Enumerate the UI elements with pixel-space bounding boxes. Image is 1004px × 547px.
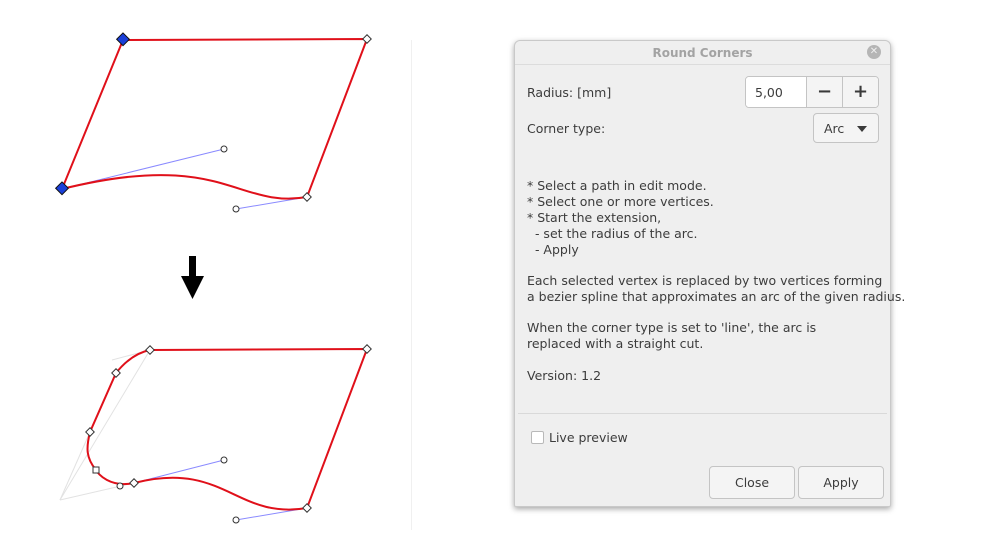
corner-type-value: Arc (824, 121, 845, 136)
apply-button[interactable]: Apply (798, 466, 884, 499)
canvas-divider (411, 40, 412, 530)
ghost-line (59, 431, 91, 501)
version-text: Version: 1.2 (527, 368, 602, 383)
help-instructions: * Select a path in edit mode. * Select o… (527, 178, 714, 257)
dropdown-arrow-icon (857, 126, 867, 132)
selected-node (115, 32, 131, 47)
radius-input[interactable] (746, 77, 806, 107)
round-corners-dialog: Round Corners ✕ Radius: [mm] − + Corner … (514, 40, 905, 507)
handle-point (232, 205, 240, 213)
path-node (362, 344, 372, 354)
help-description: Each selected vertex is replaced by two … (527, 273, 906, 304)
dialog-title: Round Corners (652, 46, 753, 60)
down-arrow-icon (181, 256, 204, 299)
handle-point (220, 456, 228, 464)
result-path (86, 347, 369, 511)
result-path-group (59, 344, 372, 524)
path-node (362, 34, 372, 44)
radius-label: Radius: [mm] (527, 85, 612, 100)
increment-button[interactable]: + (842, 77, 878, 107)
handle-point (220, 145, 228, 153)
ghost-line (59, 349, 151, 501)
radius-spinbox[interactable]: − + (745, 76, 879, 108)
original-path-group (54, 32, 372, 213)
separator (518, 413, 887, 414)
original-path (60, 37, 369, 200)
close-button[interactable]: Close (709, 466, 795, 499)
screenshot-stage: Round Corners ✕ Radius: [mm] − + Corner … (0, 0, 1004, 547)
path-node (129, 478, 139, 488)
selected-node (54, 181, 70, 196)
corner-type-label: Corner type: (527, 121, 606, 136)
path-node (302, 192, 312, 202)
dialog-titlebar[interactable]: Round Corners ✕ (515, 41, 890, 65)
decrement-button[interactable]: − (806, 77, 842, 107)
live-preview-label[interactable]: Live preview (549, 430, 628, 445)
help-line-note: When the corner type is set to 'line', t… (527, 320, 817, 351)
corner-type-dropdown[interactable]: Arc (813, 113, 879, 143)
live-preview-checkbox[interactable] (531, 431, 544, 444)
path-node (92, 466, 100, 474)
close-window-icon[interactable]: ✕ (867, 45, 881, 59)
path-node (302, 503, 312, 513)
handle-point (232, 516, 240, 524)
path-node (145, 345, 155, 355)
path-node (85, 427, 95, 437)
handle-point (116, 482, 124, 490)
